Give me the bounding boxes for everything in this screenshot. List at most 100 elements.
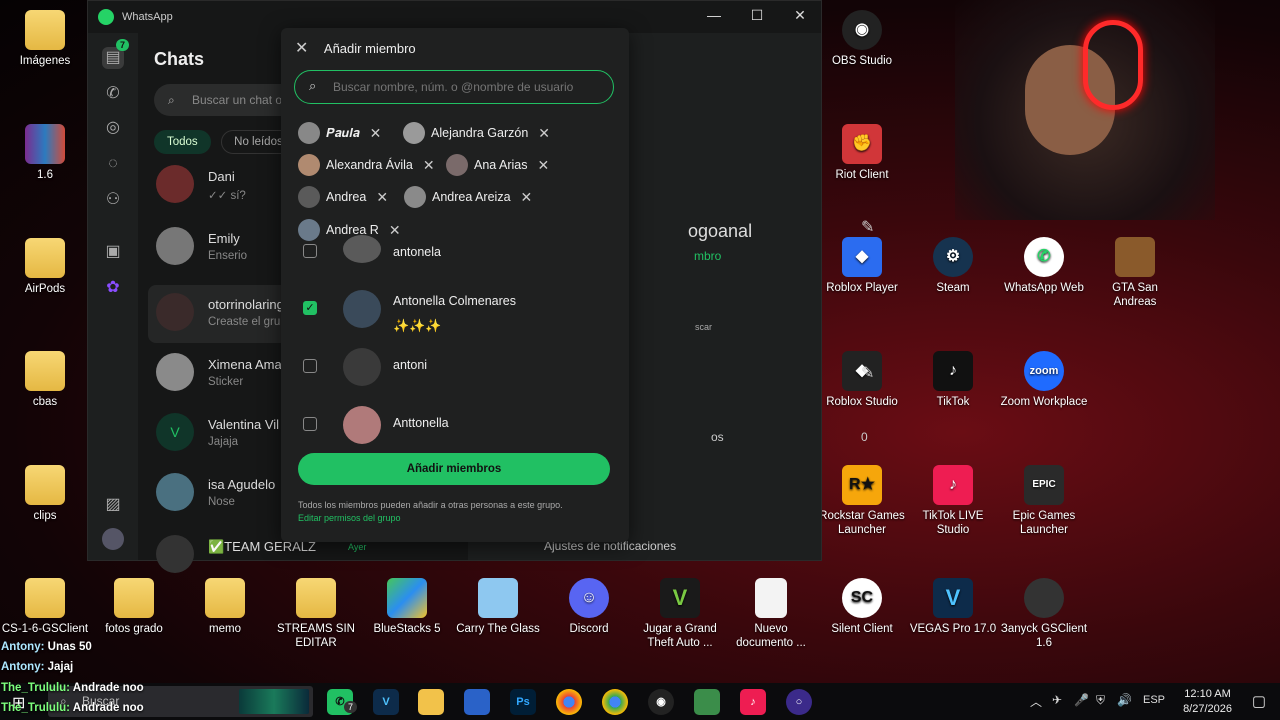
desktop-icon-obs[interactable]: ◉ OBS Studio bbox=[817, 10, 907, 68]
desktop-icon-gta-v[interactable]: V Jugar a Grand Theft Auto ... bbox=[635, 578, 725, 650]
notifications-icon[interactable]: ▢ bbox=[1252, 692, 1266, 710]
remove-icon[interactable]: ✕ bbox=[423, 157, 435, 174]
desktop-icon-tiktok-live[interactable]: ♪ TikTok LIVE Studio bbox=[908, 465, 998, 537]
remove-icon[interactable]: ✕ bbox=[538, 125, 550, 142]
channels-icon[interactable]: ◌ bbox=[102, 153, 124, 175]
avatar bbox=[404, 186, 426, 208]
taskbar-chrome-profile-icon[interactable] bbox=[602, 689, 628, 715]
desktop-icon-gta-sa[interactable]: GTA San Andreas bbox=[1090, 237, 1180, 309]
archived-icon[interactable]: ▣ bbox=[102, 241, 124, 263]
desktop-icon-steam[interactable]: ⚙ Steam bbox=[908, 237, 998, 295]
member-search-field[interactable]: ⌕ bbox=[294, 70, 614, 104]
edit-description-icon[interactable]: ✎ bbox=[861, 363, 874, 383]
taskbar-vegas-icon[interactable]: V bbox=[373, 689, 399, 715]
desktop-icon-whatsapp-web[interactable]: ✆ WhatsApp Web bbox=[999, 237, 1089, 295]
desktop-icon-cs-gsclient[interactable]: CS-1-6-GSClient bbox=[0, 578, 90, 636]
desktop-icon-riot[interactable]: ✊ Riot Client bbox=[817, 124, 907, 182]
add-members-button[interactable]: Añadir miembros bbox=[298, 453, 610, 485]
desktop-icon-carry-the-glass[interactable]: Carry The Glass bbox=[453, 578, 543, 636]
member-checkbox[interactable] bbox=[303, 359, 317, 373]
tray-security-icon[interactable]: ⛨ bbox=[1096, 693, 1105, 708]
tray-network-icon[interactable]: ✈ bbox=[1052, 693, 1062, 707]
desktop-icon-silent-client[interactable]: SC Silent Client bbox=[817, 578, 907, 636]
taskbar-app-icon[interactable] bbox=[694, 689, 720, 715]
member-checkbox[interactable] bbox=[303, 244, 317, 258]
meta-ai-icon[interactable]: ✿ bbox=[102, 277, 124, 299]
member-row[interactable]: antonela bbox=[301, 227, 611, 277]
gta-sa-icon bbox=[1115, 237, 1155, 277]
calls-icon[interactable]: ✆ bbox=[102, 83, 124, 105]
desktop-icon-memo[interactable]: memo bbox=[180, 578, 270, 636]
taskbar-photoshop-icon[interactable]: Ps bbox=[510, 689, 536, 715]
avatar bbox=[156, 227, 194, 265]
group-name: ogoanal bbox=[688, 221, 753, 241]
member-row[interactable]: Anttonella bbox=[301, 400, 611, 450]
stream-chat-line: The_Trululu: Andrade noo bbox=[1, 682, 144, 694]
close-icon[interactable]: ✕ bbox=[790, 7, 810, 24]
taskbar-app2-icon[interactable]: ○ bbox=[786, 689, 812, 715]
close-dialog-icon[interactable]: ✕ bbox=[295, 38, 311, 58]
desktop-icon-tiktok[interactable]: ♪ TikTok bbox=[908, 351, 998, 409]
gta-v-icon: V bbox=[660, 578, 700, 618]
member-checkbox-checked[interactable]: ✓ bbox=[303, 301, 317, 315]
desktop-icon-bluestacks[interactable]: BlueStacks 5 bbox=[362, 578, 452, 636]
desktop-icon-imagenes[interactable]: Imágenes bbox=[0, 10, 90, 68]
rockstar-icon: R★ bbox=[842, 465, 882, 505]
unread-badge: 7 bbox=[116, 39, 130, 51]
communities-icon[interactable]: ⚇ bbox=[102, 189, 124, 211]
tray-volume-icon[interactable]: 🔊 bbox=[1117, 693, 1132, 707]
desktop-icon-epic[interactable]: EPIC Epic Games Launcher bbox=[999, 465, 1089, 537]
clock[interactable]: 12:10 AM 8/27/2026 bbox=[1183, 687, 1232, 717]
tray-language[interactable]: ESP bbox=[1143, 694, 1165, 706]
search-action-label: scar bbox=[695, 322, 713, 332]
selected-chip: 𝑷𝒂𝒖𝒍𝒂 ✕ bbox=[298, 121, 381, 145]
maximize-icon[interactable]: ☐ bbox=[747, 7, 767, 24]
remove-icon[interactable]: ✕ bbox=[521, 189, 533, 206]
desktop-icon-rockstar[interactable]: R★ Rockstar Games Launcher bbox=[817, 465, 907, 537]
desktop-icon-clips[interactable]: clips bbox=[0, 465, 90, 523]
remove-icon[interactable]: ✕ bbox=[538, 157, 550, 174]
status-icon[interactable]: ◎ bbox=[102, 117, 124, 139]
desktop-icon-gsclient[interactable]: Зanyck GSClient 1.6 bbox=[999, 578, 1089, 650]
avatar bbox=[343, 235, 381, 263]
tiktok-live-icon: ♪ bbox=[933, 465, 973, 505]
media-icon[interactable]: ▨ bbox=[102, 494, 124, 516]
desktop-icon-zoom[interactable]: zoom Zoom Workplace bbox=[999, 351, 1089, 409]
filter-all[interactable]: Todos bbox=[154, 130, 211, 154]
member-row[interactable]: antoni bbox=[301, 342, 611, 392]
desktop-icon-streams[interactable]: STREAMS SIN EDITAR bbox=[271, 578, 361, 650]
taskbar-tiktok-live-icon[interactable]: ♪ bbox=[740, 689, 766, 715]
member-search-input[interactable] bbox=[295, 71, 613, 103]
taskbar-store-icon[interactable] bbox=[464, 689, 490, 715]
member-checkbox[interactable] bbox=[303, 417, 317, 431]
tray-mic-icon[interactable]: 🎤 bbox=[1074, 693, 1089, 707]
avatar bbox=[343, 406, 381, 444]
taskbar-explorer-icon[interactable] bbox=[418, 689, 444, 715]
desktop-icon-nuevo-documento[interactable]: Nuevo documento ... bbox=[726, 578, 816, 650]
remove-icon[interactable]: ✕ bbox=[370, 125, 382, 142]
desktop-icon-discord[interactable]: ☺ Discord bbox=[544, 578, 634, 636]
desktop-icon-airpods[interactable]: AirPods bbox=[0, 238, 90, 296]
profile-avatar[interactable] bbox=[102, 528, 124, 550]
pictures-folder-icon bbox=[25, 10, 65, 50]
riot-icon: ✊ bbox=[842, 124, 882, 164]
desktop-icon-cbas[interactable]: cbas bbox=[0, 351, 90, 409]
member-row[interactable]: ✓ Antonella Colmenares ✨✨✨ bbox=[301, 284, 611, 334]
taskbar-obs-icon[interactable]: ◉ bbox=[648, 689, 674, 715]
whatsapp-logo-icon bbox=[98, 9, 114, 25]
minimize-icon[interactable]: — bbox=[704, 7, 724, 23]
folder-icon bbox=[25, 238, 65, 278]
desktop-icon-vegas[interactable]: V VEGAS Pro 17.0 bbox=[908, 578, 998, 636]
steam-icon: ⚙ bbox=[933, 237, 973, 277]
folder-icon bbox=[25, 465, 65, 505]
taskbar-chrome-icon[interactable] bbox=[556, 689, 582, 715]
tray-chevron-icon[interactable]: ︿ bbox=[1030, 693, 1042, 710]
edit-permissions-link[interactable]: Editar permisos del grupo bbox=[298, 512, 618, 525]
epic-games-icon: EPIC bbox=[1024, 465, 1064, 505]
remove-icon[interactable]: ✕ bbox=[376, 189, 388, 206]
selected-chip: Alejandra Garzón ✕ bbox=[403, 121, 550, 145]
desktop-icon-1-6[interactable]: 1.6 bbox=[0, 124, 90, 182]
desktop-icon-fotos-grado[interactable]: fotos grado bbox=[89, 578, 179, 636]
desktop-icon-roblox-player[interactable]: ◆ Roblox Player bbox=[817, 237, 907, 295]
edit-name-icon[interactable]: ✎ bbox=[861, 217, 874, 237]
